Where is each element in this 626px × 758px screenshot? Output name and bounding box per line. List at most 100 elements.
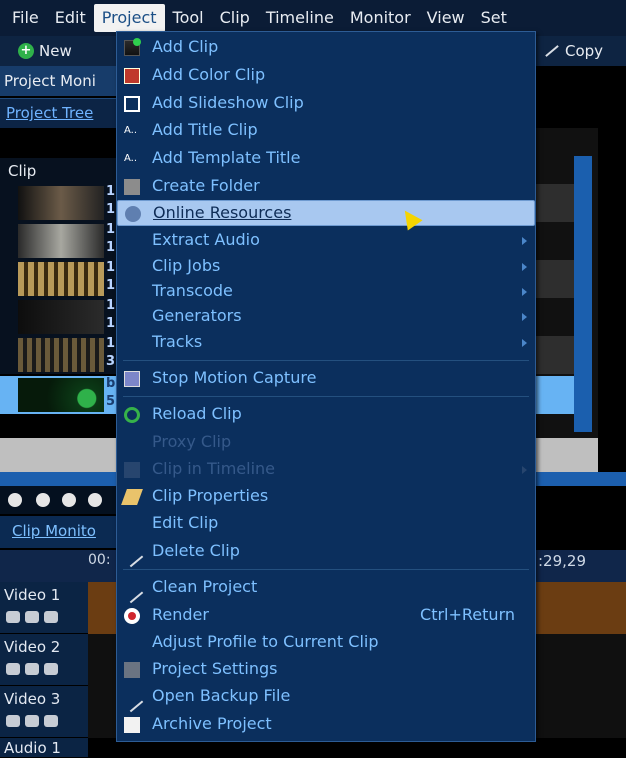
play-icon[interactable]: [36, 493, 50, 507]
menu-item-label: Render: [152, 605, 209, 624]
menu-item-clip-properties[interactable]: Clip Properties: [117, 484, 535, 510]
lock-icon[interactable]: [6, 611, 20, 623]
menu-item-label: Reload Clip: [152, 404, 242, 423]
track-name: Video 1: [4, 586, 61, 604]
menu-item-transcode[interactable]: Transcode: [117, 279, 535, 305]
menu-item-project-settings[interactable]: Project Settings: [117, 657, 535, 683]
backup-icon: [120, 689, 144, 713]
menu-item-label: Create Folder: [152, 176, 260, 195]
clean-icon: [120, 580, 144, 604]
color-clip-icon: [124, 68, 140, 84]
menu-clip[interactable]: Clip: [212, 4, 258, 32]
clip-row[interactable]: 1 1: [0, 298, 118, 336]
bin-column-header[interactable]: Clip: [0, 158, 118, 184]
project-tree-tab[interactable]: Project Tree: [0, 98, 118, 128]
menu-edit[interactable]: Edit: [47, 4, 94, 32]
menu-tool[interactable]: Tool: [165, 4, 212, 32]
menu-item-tracks[interactable]: Tracks: [117, 330, 535, 356]
render-shortcut: Ctrl+Return: [420, 605, 515, 624]
menu-item-reload-clip[interactable]: Reload Clip: [117, 402, 535, 428]
menu-item-label: Open Backup File: [152, 686, 291, 705]
video-icon[interactable]: [44, 611, 58, 623]
menu-file[interactable]: File: [4, 4, 47, 32]
slideshow-icon: [124, 96, 140, 112]
menu-item-generators[interactable]: Generators: [117, 304, 535, 330]
menu-timeline[interactable]: Timeline: [258, 4, 342, 32]
track-header-video3[interactable]: Video 3: [0, 686, 88, 738]
menu-view[interactable]: View: [419, 4, 473, 32]
track-header-video1[interactable]: Video 1: [0, 582, 88, 634]
clip-number: 1: [106, 184, 116, 199]
menu-item-label: Online Resources: [153, 203, 292, 222]
lock-icon[interactable]: [6, 663, 20, 675]
bin-scrollbar[interactable]: [574, 156, 592, 432]
track-header-audio1[interactable]: Audio 1: [0, 738, 88, 758]
menu-project[interactable]: Project: [93, 4, 165, 32]
audio-icon[interactable]: [25, 715, 39, 727]
menu-item-label: Add Template Title: [152, 148, 301, 167]
clip-row[interactable]: 1 3: [0, 336, 118, 374]
menu-item-add-clip[interactable]: Add Clip: [117, 35, 535, 61]
track-name: Video 3: [4, 690, 61, 708]
menu-item-clip-in-timeline: Clip in Timeline: [117, 457, 535, 483]
menu-item-label: Archive Project: [152, 714, 272, 733]
copy-button[interactable]: Copy: [544, 39, 603, 63]
video-icon[interactable]: [44, 663, 58, 675]
clip-number: 1: [106, 202, 116, 217]
clip-monitor-tab[interactable]: Clip Monito: [0, 516, 118, 548]
menu-item-label: Delete Clip: [152, 541, 240, 560]
menu-item-delete-clip[interactable]: Delete Clip: [117, 539, 535, 568]
menu-item-render[interactable]: Render Ctrl+Return: [117, 603, 535, 629]
menu-monitor[interactable]: Monitor: [342, 4, 419, 32]
menu-item-clean-project[interactable]: Clean Project: [117, 575, 535, 604]
audio-icon[interactable]: [25, 611, 39, 623]
dock-tabs[interactable]: Project Moni: [0, 66, 118, 96]
render-icon: [124, 608, 140, 624]
menu-item-add-slideshow-clip[interactable]: Add Slideshow Clip: [117, 91, 535, 117]
menu-item-add-template-title[interactable]: A.. Add Template Title: [117, 146, 535, 172]
track-header-video2[interactable]: Video 2: [0, 634, 88, 686]
rewind-icon[interactable]: [8, 493, 22, 507]
clip-number: b: [106, 376, 116, 391]
menu-item-add-title-clip[interactable]: A.. Add Title Clip: [117, 118, 535, 144]
menu-item-stop-motion-capture[interactable]: Stop Motion Capture: [117, 366, 535, 392]
clip-monitor-label: Clip Monito: [12, 522, 96, 540]
menu-item-clip-jobs[interactable]: Clip Jobs: [117, 254, 535, 280]
menu-item-label: Generators: [152, 306, 242, 325]
menu-item-label: Add Slideshow Clip: [152, 93, 304, 112]
menu-item-label: Clip Properties: [152, 486, 269, 505]
submenu-arrow-icon: [522, 288, 527, 296]
clip-row[interactable]: 1 1: [0, 222, 118, 260]
menu-item-archive-project[interactable]: Archive Project: [117, 712, 535, 738]
step-forward-icon[interactable]: [88, 493, 102, 507]
menu-item-create-folder[interactable]: Create Folder: [117, 174, 535, 200]
menu-item-label: Clip Jobs: [152, 256, 221, 275]
menu-item-open-backup-file[interactable]: Open Backup File: [117, 684, 535, 713]
submenu-arrow-icon: [522, 263, 527, 271]
new-button[interactable]: + New: [18, 39, 72, 63]
new-icon: +: [18, 43, 34, 59]
clip-number: 1: [106, 222, 116, 237]
menu-item-edit-clip[interactable]: Edit Clip: [117, 511, 535, 537]
audio-icon[interactable]: [25, 663, 39, 675]
menu-item-extract-audio[interactable]: Extract Audio: [117, 228, 535, 254]
clip-row[interactable]: 1 1: [0, 260, 118, 298]
clip-thumbnail: [18, 186, 104, 220]
add-clip-icon: [124, 38, 141, 56]
step-back-icon[interactable]: [62, 493, 76, 507]
clip-number: 1: [106, 240, 116, 255]
menu-settings[interactable]: Set: [473, 4, 515, 32]
clip-thumbnail: [18, 224, 104, 258]
folder-icon: [124, 179, 140, 195]
menu-item-add-color-clip[interactable]: Add Color Clip: [117, 63, 535, 89]
menu-item-label: Proxy Clip: [152, 432, 232, 451]
menu-item-adjust-profile[interactable]: Adjust Profile to Current Clip: [117, 630, 535, 656]
lock-icon[interactable]: [6, 715, 20, 727]
delete-icon: [120, 544, 144, 568]
ruler-timecode-start: 00:: [88, 552, 111, 568]
clip-row[interactable]: 1 1: [0, 184, 118, 222]
clip-row-selected[interactable]: b 5: [0, 376, 118, 414]
menu-item-label: Add Clip: [152, 37, 219, 56]
video-icon[interactable]: [44, 715, 58, 727]
menu-item-online-resources[interactable]: Online Resources: [117, 200, 535, 226]
